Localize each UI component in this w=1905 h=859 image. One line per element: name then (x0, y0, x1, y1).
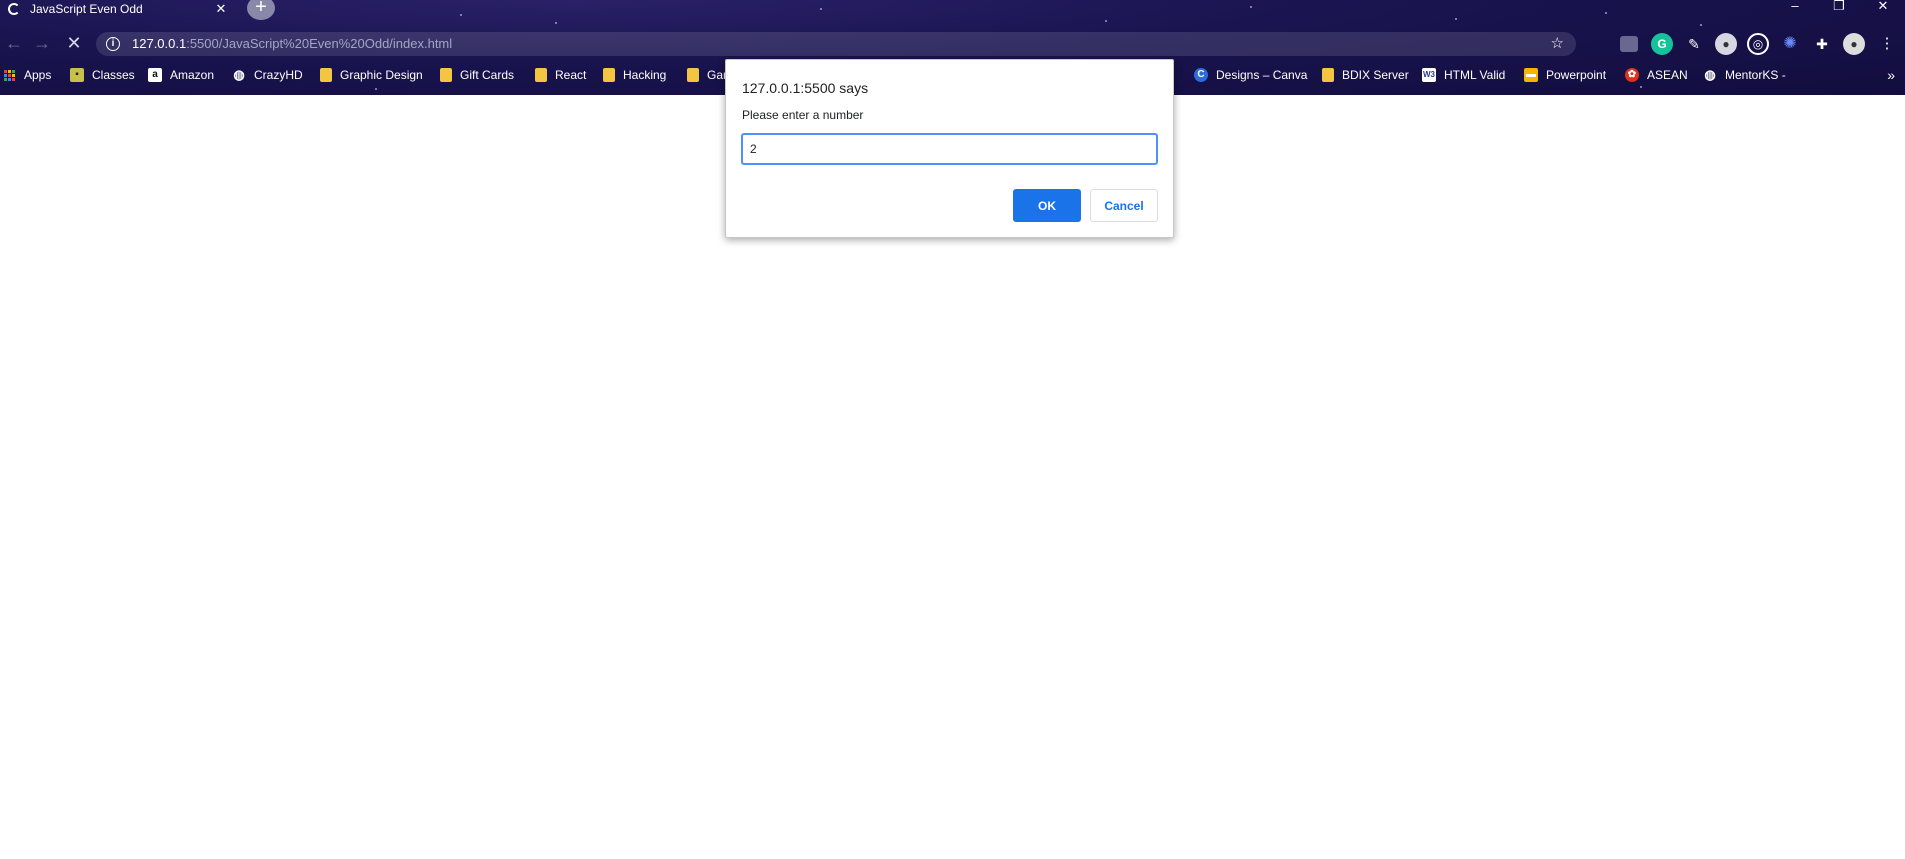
profile-extension-icon[interactable]: ● (1715, 33, 1737, 55)
bookmark-label: Designs – Canva (1216, 68, 1308, 82)
bookmark-label: Classes (92, 68, 135, 82)
bookmark-label: Gift Cards (460, 68, 515, 82)
bookmark-asean[interactable]: ✿ ASEAN (1625, 64, 1688, 86)
dialog-message: Please enter a number (742, 108, 864, 122)
window-close-button[interactable]: ✕ (1861, 0, 1905, 14)
globe-icon: ◍ (233, 67, 245, 82)
classroom-icon: ▪ (70, 68, 84, 82)
avatar[interactable]: ● (1843, 33, 1865, 55)
w3c-icon: W3 (1422, 68, 1436, 82)
loading-spinner-icon (8, 3, 20, 15)
folder-icon (535, 68, 547, 82)
canva-icon: C (1194, 68, 1208, 82)
apps-grid-icon (4, 69, 15, 81)
star-decoration (460, 14, 462, 16)
restore-button[interactable]: ❐ (1817, 0, 1861, 14)
star-decoration (1105, 20, 1107, 22)
bookmark-label: Apps (24, 68, 52, 82)
bookmark-powerpoint[interactable]: ▬ Powerpoint (1524, 64, 1606, 86)
bookmark-games[interactable]: Gar (687, 64, 727, 86)
star-decoration (1700, 24, 1702, 26)
extension-sun-icon[interactable]: ✺ (1779, 33, 1801, 55)
folder-icon (320, 68, 332, 82)
folder-icon (603, 68, 615, 82)
stop-button[interactable]: ✕ (60, 30, 88, 58)
star-decoration (820, 8, 822, 10)
star-decoration (1250, 6, 1252, 8)
address-bar[interactable]: i 127.0.0.1:5500/JavaScript%20Even%20Odd… (96, 32, 1576, 56)
globe-icon: ◍ (1704, 67, 1716, 82)
bookmark-crazyhd[interactable]: ◍ CrazyHD (232, 64, 303, 86)
asean-icon: ✿ (1625, 68, 1639, 82)
prompt-input[interactable] (741, 133, 1158, 165)
bookmark-label: Graphic Design (340, 68, 423, 82)
bookmark-label: BDIX Server (1342, 68, 1409, 82)
star-decoration (555, 22, 557, 24)
bookmark-react[interactable]: React (535, 64, 586, 86)
color-picker-icon[interactable]: ✎ (1683, 33, 1705, 55)
menu-icon[interactable]: ⋮ (1876, 33, 1898, 55)
extension-circle-icon[interactable]: ◎ (1747, 33, 1769, 55)
bookmark-label: HTML Valid (1444, 68, 1506, 82)
bookmark-hacking[interactable]: Hacking (603, 64, 666, 86)
bookmark-amazon[interactable]: a Amazon (148, 64, 214, 86)
bookmark-label: ASEAN (1647, 68, 1688, 82)
prompt-dialog: 127.0.0.1:5500 says Please enter a numbe… (725, 59, 1174, 238)
bookmark-label: MentorKS - (1725, 68, 1786, 82)
folder-icon (687, 68, 699, 82)
back-button[interactable]: ← (0, 30, 28, 58)
folder-icon (1322, 68, 1334, 82)
bookmark-label: Powerpoint (1546, 68, 1607, 82)
url-host: 127.0.0.1 (132, 36, 187, 51)
tab-close-icon[interactable]: ✕ (212, 1, 230, 17)
cancel-button[interactable]: Cancel (1090, 189, 1158, 222)
star-decoration (1455, 18, 1457, 20)
bookmark-label: Amazon (170, 68, 215, 82)
star-decoration (375, 88, 377, 90)
bookmarks-overflow-button[interactable]: » (1887, 64, 1895, 86)
bookmark-label: CrazyHD (254, 68, 303, 82)
bookmark-gift-cards[interactable]: Gift Cards (440, 64, 514, 86)
toolbar: ← → ✕ i 127.0.0.1:5500/JavaScript%20Even… (0, 30, 1905, 58)
url-path: :5500/JavaScript%20Even%20Odd/index.html (186, 36, 453, 51)
bookmark-html-valid[interactable]: W3 HTML Valid (1422, 64, 1505, 86)
bookmark-canva[interactable]: C Designs – Canva (1194, 64, 1307, 86)
extension-mail-icon[interactable] (1620, 36, 1638, 52)
bookmark-label: Gar (707, 68, 728, 82)
dialog-title: 127.0.0.1:5500 says (742, 80, 869, 96)
site-info-icon[interactable]: i (106, 37, 120, 51)
bookmark-apps[interactable]: Apps (4, 64, 51, 86)
address-url[interactable]: 127.0.0.1:5500/JavaScript%20Even%20Odd/i… (132, 32, 452, 56)
star-decoration (1640, 86, 1642, 88)
tab-title: JavaScript Even Odd (30, 2, 143, 16)
minimize-button[interactable]: – (1773, 0, 1817, 14)
extensions-puzzle-icon[interactable]: ✚ (1811, 33, 1833, 55)
bookmark-label: React (555, 68, 587, 82)
grammarly-icon[interactable]: G (1651, 33, 1673, 55)
tab-active[interactable]: JavaScript Even Odd ✕ (0, 0, 236, 18)
slides-icon: ▬ (1524, 68, 1538, 82)
amazon-icon: a (148, 68, 162, 82)
bookmark-mentorks[interactable]: ◍ MentorKS - (1703, 64, 1786, 86)
bookmark-classes[interactable]: ▪ Classes (70, 64, 135, 86)
ok-button[interactable]: OK (1013, 189, 1081, 222)
bookmark-bdix-server[interactable]: BDIX Server (1322, 64, 1409, 86)
folder-icon (440, 68, 452, 82)
bookmark-star-icon[interactable]: ☆ (1551, 32, 1564, 56)
bookmark-graphic-design[interactable]: Graphic Design (320, 64, 423, 86)
star-decoration (1605, 12, 1607, 14)
new-tab-button[interactable]: + (247, 0, 275, 20)
forward-button[interactable]: → (28, 30, 56, 58)
bookmark-label: Hacking (623, 68, 667, 82)
